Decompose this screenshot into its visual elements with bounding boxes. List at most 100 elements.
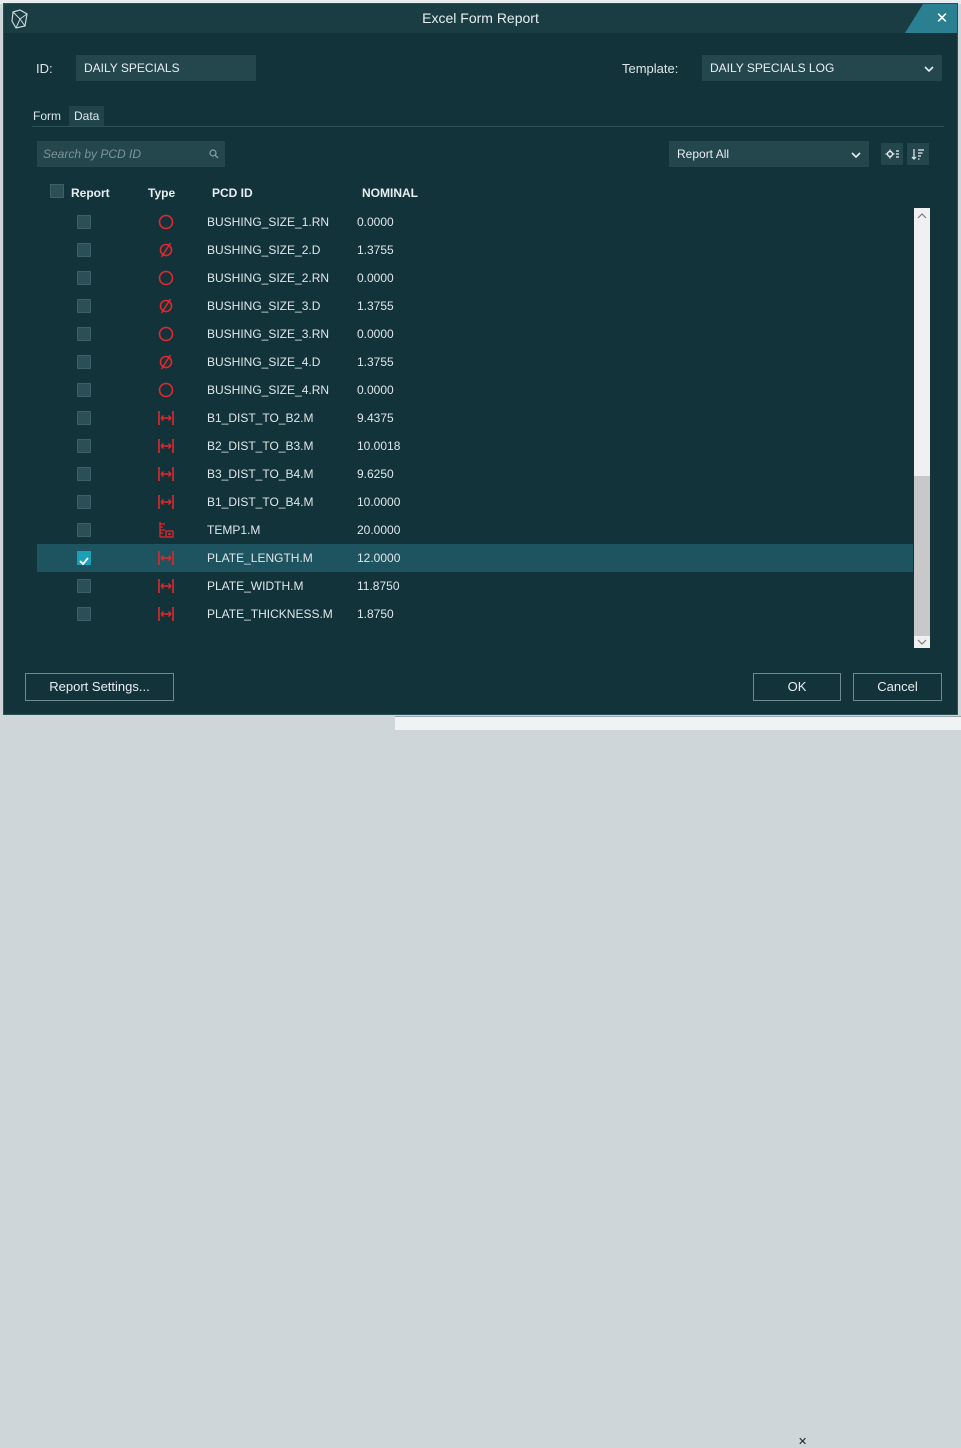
nominal-cell: 20.0000	[357, 523, 401, 537]
tab-data[interactable]: Data	[69, 106, 105, 126]
background-close-icon: ✕	[798, 1435, 808, 1448]
pcd-id-cell: BUSHING_SIZE_4.D	[207, 355, 321, 369]
nominal-cell: 0.0000	[357, 271, 394, 285]
report-checkbox[interactable]	[77, 327, 91, 341]
table-row[interactable]: BUSHING_SIZE_4.RN 0.0000	[37, 376, 913, 404]
nominal-cell: 1.3755	[357, 355, 394, 369]
pcd-id-cell: BUSHING_SIZE_4.RN	[207, 383, 330, 397]
sort-icon	[911, 149, 924, 160]
data-table: BUSHING_SIZE_1.RN 0.0000 BUSHING_SIZE_2.D 1…	[37, 208, 913, 648]
tab-form[interactable]: Form	[28, 106, 66, 126]
window-title: Excel Form Report	[422, 10, 539, 26]
report-checkbox[interactable]	[77, 551, 91, 566]
header-report[interactable]: Report	[71, 186, 110, 200]
scroll-up-icon[interactable]	[917, 212, 927, 220]
ok-button[interactable]: OK	[753, 673, 841, 701]
report-checkbox[interactable]	[77, 355, 91, 369]
pcd-id-cell: BUSHING_SIZE_3.D	[207, 299, 321, 313]
distance-icon	[158, 411, 174, 425]
pcd-id-cell: B3_DIST_TO_B4.M	[207, 467, 314, 481]
chevron-down-icon	[851, 152, 861, 159]
table-row[interactable]: BUSHING_SIZE_2.D 1.3755	[37, 236, 913, 264]
search-input[interactable]: Search by PCD ID	[37, 141, 225, 167]
diameter-icon	[159, 298, 173, 314]
pcd-id-cell: BUSHING_SIZE_2.D	[207, 243, 321, 257]
table-row[interactable]: PLATE_WIDTH.M 11.8750	[37, 572, 913, 600]
title-bar[interactable]: Excel Form Report ✕	[4, 4, 957, 33]
nominal-cell: 9.4375	[357, 411, 394, 425]
report-checkbox[interactable]	[77, 411, 91, 425]
nominal-cell: 0.0000	[357, 383, 394, 397]
template-select[interactable]: DAILY SPECIALS LOG	[702, 55, 942, 81]
table-row[interactable]: BUSHING_SIZE_3.RN 0.0000	[37, 320, 913, 348]
vertical-scrollbar[interactable]	[914, 208, 930, 648]
roundness-icon	[158, 270, 174, 286]
template-select-value: DAILY SPECIALS LOG	[710, 61, 835, 75]
nominal-cell: 1.3755	[357, 299, 394, 313]
nominal-cell: 0.0000	[357, 327, 394, 341]
table-row[interactable]: BUSHING_SIZE_3.D 1.3755	[37, 292, 913, 320]
report-checkbox[interactable]	[77, 467, 91, 481]
header-nominal[interactable]: NOMINAL	[362, 186, 418, 200]
distance-icon	[158, 495, 174, 509]
report-checkbox[interactable]	[77, 299, 91, 313]
table-row[interactable]: PLATE_THICKNESS.M 1.8750	[37, 600, 913, 628]
report-filter-select[interactable]: Report All	[669, 141, 869, 167]
template-label: Template:	[622, 61, 679, 76]
pcd-id-cell: BUSHING_SIZE_2.RN	[207, 271, 330, 285]
report-settings-button[interactable]: Report Settings...	[25, 673, 174, 701]
nominal-cell: 11.8750	[357, 579, 400, 593]
table-row[interactable]: PLATE_LENGTH.M 12.0000	[37, 544, 913, 572]
sort-button[interactable]	[907, 143, 929, 165]
report-checkbox[interactable]	[77, 271, 91, 285]
nominal-cell: 1.3755	[357, 243, 394, 257]
distance-icon	[158, 607, 174, 621]
pcd-id-cell: BUSHING_SIZE_3.RN	[207, 327, 330, 341]
column-options-button[interactable]	[881, 143, 903, 165]
report-checkbox[interactable]	[77, 243, 91, 257]
pcd-id-cell: TEMP1.M	[207, 523, 261, 537]
select-all-checkbox[interactable]	[50, 184, 64, 198]
cancel-button[interactable]: Cancel	[853, 673, 942, 701]
nominal-cell: 1.8750	[357, 607, 394, 621]
temperature-icon	[159, 522, 174, 538]
table-row[interactable]: BUSHING_SIZE_1.RN 0.0000	[37, 208, 913, 236]
nominal-cell: 12.0000	[357, 551, 401, 565]
table-row[interactable]: BUSHING_SIZE_2.RN 0.0000	[37, 264, 913, 292]
scroll-down-icon[interactable]	[917, 638, 927, 646]
report-checkbox[interactable]	[77, 439, 91, 453]
pcd-id-cell: B2_DIST_TO_B3.M	[207, 439, 314, 453]
report-checkbox[interactable]	[77, 495, 91, 509]
report-checkbox[interactable]	[77, 523, 91, 537]
table-row[interactable]: B1_DIST_TO_B2.M 9.4375	[37, 404, 913, 432]
table-row[interactable]: B2_DIST_TO_B3.M 10.0018	[37, 432, 913, 460]
table-row[interactable]: B3_DIST_TO_B4.M 9.6250	[37, 460, 913, 488]
close-icon[interactable]: ✕	[932, 7, 952, 29]
nominal-cell: 10.0018	[357, 439, 401, 453]
distance-icon	[158, 467, 174, 481]
report-checkbox[interactable]	[77, 579, 91, 593]
tabs-divider	[32, 126, 944, 127]
pcd-id-cell: BUSHING_SIZE_1.RN	[207, 215, 330, 229]
table-row[interactable]: B1_DIST_TO_B4.M 10.0000	[37, 488, 913, 516]
background-window-strip: ✕	[395, 716, 961, 1448]
table-header: Report Type PCD ID NOMINAL	[37, 184, 917, 204]
chevron-down-icon	[924, 66, 934, 73]
roundness-icon	[158, 326, 174, 342]
diameter-icon	[159, 242, 173, 258]
id-input[interactable]: DAILY SPECIALS	[76, 55, 256, 81]
header-type[interactable]: Type	[148, 186, 175, 200]
header-pcd-id[interactable]: PCD ID	[212, 186, 253, 200]
report-checkbox[interactable]	[77, 383, 91, 397]
table-row[interactable]: TEMP1.M 20.0000	[37, 516, 913, 544]
nominal-cell: 0.0000	[357, 215, 394, 229]
table-row[interactable]: BUSHING_SIZE_4.D 1.3755	[37, 348, 913, 376]
distance-icon	[158, 579, 174, 593]
scroll-thumb[interactable]	[914, 476, 930, 636]
checkmark-icon	[79, 557, 89, 566]
diameter-icon	[159, 354, 173, 370]
id-label: ID:	[36, 61, 53, 76]
report-checkbox[interactable]	[77, 607, 91, 621]
report-checkbox[interactable]	[77, 215, 91, 229]
distance-icon	[158, 439, 174, 453]
